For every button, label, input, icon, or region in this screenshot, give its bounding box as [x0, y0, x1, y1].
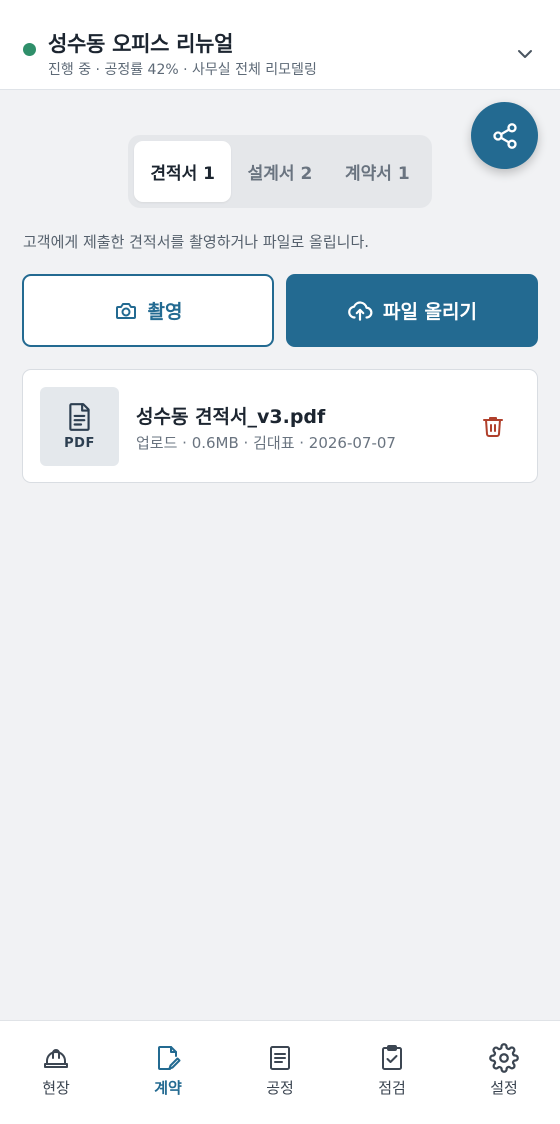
file-card[interactable]: PDF 성수동 견적서_v3.pdf 업로드 · 0.6MB · 김대표 · 2… — [22, 369, 538, 483]
clipboard-check-icon — [382, 1045, 402, 1070]
nav-label-contract: 계약 — [154, 1079, 182, 1097]
trash-icon[interactable] — [481, 414, 505, 438]
file-meta: 업로드 · 0.6MB · 김대표 · 2026-07-07 — [136, 434, 396, 452]
document-tabs: 견적서 1 설계서 2 계약서 1 — [128, 135, 432, 208]
cloud-upload-icon — [348, 300, 373, 321]
nav-label-process: 공정 — [266, 1079, 294, 1097]
camera-icon — [115, 302, 136, 319]
nav-label-settings: 설정 — [490, 1079, 518, 1097]
nav-item-site[interactable]: 현장 — [0, 1021, 112, 1124]
upload-file-button[interactable]: 파일 올리기 — [286, 274, 538, 347]
capture-label: 촬영 — [147, 301, 183, 323]
tab-contract[interactable]: 계약서 1 — [329, 141, 426, 202]
share-icon — [492, 122, 517, 149]
gear-icon — [489, 1043, 519, 1073]
status-dot — [23, 43, 36, 56]
share-button[interactable] — [471, 102, 538, 169]
helper-text: 고객에게 제출한 견적서를 촬영하거나 파일로 올립니다. — [23, 233, 370, 251]
hardhat-icon — [44, 1049, 68, 1068]
nav-item-contract[interactable]: 계약 — [112, 1021, 224, 1124]
document-edit-icon — [158, 1046, 181, 1070]
file-name: 성수동 견적서_v3.pdf — [136, 406, 326, 428]
pdf-thumbnail: PDF — [40, 387, 119, 466]
project-header[interactable]: 성수동 오피스 리뉴얼 진행 중 · 공정률 42% · 사무실 전체 리모델링 — [0, 0, 560, 90]
bottom-navigation: 현장 계약 공정 점검 설정 — [0, 1020, 560, 1124]
project-subtitle: 진행 중 · 공정률 42% · 사무실 전체 리모델링 — [48, 62, 317, 78]
list-document-icon — [270, 1046, 290, 1070]
nav-item-inspection[interactable]: 점검 — [336, 1021, 448, 1124]
capture-button[interactable]: 촬영 — [22, 274, 274, 347]
file-text-icon — [68, 403, 90, 431]
nav-label-inspection: 점검 — [378, 1079, 406, 1097]
nav-item-settings[interactable]: 설정 — [448, 1021, 560, 1124]
chevron-down-icon[interactable] — [513, 42, 537, 66]
tab-design[interactable]: 설계서 2 — [231, 141, 328, 202]
nav-label-site: 현장 — [42, 1079, 70, 1097]
tab-estimate[interactable]: 견적서 1 — [134, 141, 232, 202]
project-title: 성수동 오피스 리뉴얼 — [48, 32, 234, 56]
upload-label: 파일 올리기 — [382, 301, 477, 323]
nav-item-process[interactable]: 공정 — [224, 1021, 336, 1124]
pdf-label: PDF — [64, 436, 95, 451]
